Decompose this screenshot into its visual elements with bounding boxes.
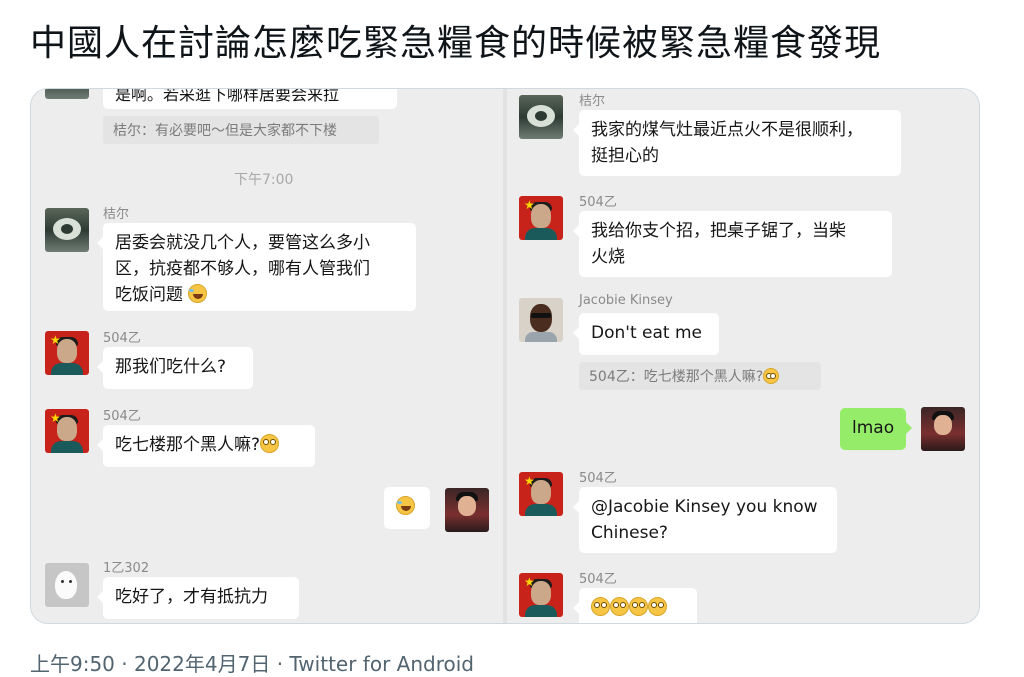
message-line: 居委会就没几个人，要管这么多小: [115, 233, 370, 253]
message-line: 吃饭问题: [115, 285, 183, 305]
message-line: 区，抗疫都不够人，哪有人管我们: [115, 259, 370, 279]
sender-name: 桔尔: [579, 94, 606, 109]
message-line: @Jacobie Kinsey you know: [591, 497, 818, 517]
partial-message: 是啊。若采逛下哪样居要会来拉: [103, 88, 397, 109]
message-text: Don't eat me: [591, 323, 702, 343]
message-text: 吃七楼那个黑人嘛?: [115, 435, 261, 455]
avatar: [921, 407, 965, 451]
left-chat-panel: 是啊。若采逛下哪样居要会来拉 桔尔：有必要吧～但是大家都不下楼 下午7:00 桔…: [31, 89, 503, 623]
avatar: ★: [45, 331, 89, 375]
message-line: 挺担心的: [591, 146, 659, 166]
shocked-emoji-icon: [648, 597, 667, 616]
laughing-emoji-icon: [396, 496, 415, 515]
avatar: ★: [519, 196, 563, 240]
shocked-emoji-icon: [591, 597, 610, 616]
avatar: [45, 89, 89, 99]
message-bubble: 我给你支个招，把桌子锯了，当柴 火烧: [573, 211, 892, 277]
sender-name: 504乙: [579, 572, 617, 587]
avatar: [519, 298, 563, 342]
page-title: 中國人在討論怎麼吃緊急糧食的時候被緊急糧食發現: [30, 23, 882, 64]
emoji-message-bubble: [573, 588, 697, 623]
avatar: [519, 95, 563, 139]
avatar: ★: [45, 409, 89, 453]
tweet-timestamp: 上午9:50 · 2022年4月7日 · Twitter for Android: [30, 652, 474, 676]
shocked-emoji-icon: [629, 597, 648, 616]
message-bubble: 那我们吃什么?: [97, 347, 253, 389]
message-line: 我家的煤气灶最近点火不是很顺利，: [591, 120, 863, 140]
sender-name: 504乙: [103, 331, 141, 346]
avatar: ★: [519, 573, 563, 617]
message-bubble: 我家的煤气灶最近点火不是很顺利， 挺担心的: [573, 110, 901, 176]
quoted-message-text: 504乙：吃七楼那个黑人嘛?: [589, 369, 764, 385]
chat-screenshot: 是啊。若采逛下哪样居要会来拉 桔尔：有必要吧～但是大家都不下楼 下午7:00 桔…: [30, 88, 980, 624]
message-text: 那我们吃什么?: [115, 357, 227, 377]
message-line: 我给你支个招，把桌子锯了，当柴: [591, 221, 846, 241]
shocked-emoji-icon: [763, 368, 780, 384]
avatar: ★: [519, 472, 563, 516]
message-text: 吃好了，才有抵抗力: [115, 587, 268, 607]
sender-name: Jacobie Kinsey: [579, 293, 673, 308]
message-bubble-sent: lmao: [840, 408, 912, 450]
message-bubble: 吃七楼那个黑人嘛?: [97, 425, 315, 467]
timestamp: 下午7:00: [234, 172, 294, 188]
sender-name: 桔尔: [103, 207, 130, 222]
avatar: [45, 563, 89, 607]
sender-name: 504乙: [579, 195, 617, 210]
sender-name: 1乙302: [103, 561, 150, 576]
avatar: [445, 488, 489, 532]
sender-name: 504乙: [579, 471, 617, 486]
message-bubble: Don't eat me: [573, 313, 719, 355]
message-bubble: @Jacobie Kinsey you know Chinese?: [573, 487, 837, 553]
message-bubble: 居委会就没几个人，要管这么多小 区，抗疫都不够人，哪有人管我们 吃饭问题: [97, 223, 416, 311]
right-chat-panel: 桔尔 我家的煤气灶最近点火不是很顺利， 挺担心的 ★ 504乙 我给你支个招，把…: [507, 89, 979, 623]
message-line: 火烧: [591, 247, 625, 267]
partial-message-text: 是啊。若采逛下哪样居要会来拉: [115, 88, 340, 104]
shocked-emoji-icon: [610, 597, 629, 616]
sender-name: 504乙: [103, 409, 141, 424]
emoji-message-bubble: [384, 487, 430, 529]
avatar: [45, 208, 89, 252]
message-line: Chinese?: [591, 523, 668, 543]
message-text: lmao: [852, 418, 895, 438]
quoted-message: 桔尔：有必要吧～但是大家都不下楼: [103, 116, 379, 144]
message-bubble: 吃好了，才有抵抗力: [97, 577, 299, 619]
laughing-emoji-icon: [188, 284, 208, 303]
quoted-message: 504乙：吃七楼那个黑人嘛?: [579, 362, 821, 390]
shocked-emoji-icon: [260, 434, 280, 453]
